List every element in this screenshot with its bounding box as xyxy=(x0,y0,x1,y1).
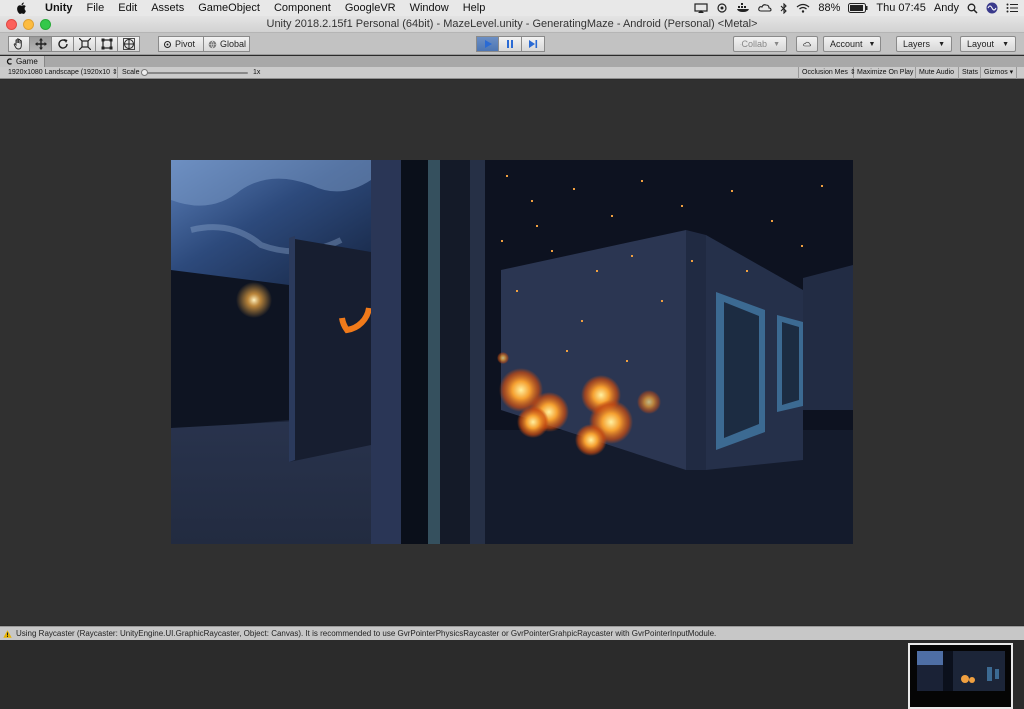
pause-icon xyxy=(507,40,513,48)
battery-percent: 88% xyxy=(818,2,841,14)
transform-tools xyxy=(8,36,140,52)
pivot-label: Pivot xyxy=(175,39,196,49)
layers-dropdown[interactable]: Layers ▼ xyxy=(896,36,952,52)
unity-toolbar: Pivot Global Collab ▼ Account ▼ Layers ▼… xyxy=(0,33,1024,55)
game-tab-bar: Game xyxy=(0,56,1024,67)
menu-edit[interactable]: Edit xyxy=(111,0,144,16)
chevron-down-icon: ▼ xyxy=(1002,40,1009,48)
resolution-label: 1920x1080 Landscape (1920x10 xyxy=(8,69,110,76)
account-dropdown[interactable]: Account ▼ xyxy=(823,36,881,52)
gizmos-label: Gizmos xyxy=(984,69,1008,76)
scale-value: 1x xyxy=(253,69,261,76)
chevron-down-icon: ▼ xyxy=(868,40,876,48)
traffic-lights xyxy=(6,19,51,30)
account-label: Account xyxy=(830,39,863,49)
menu-googlevr[interactable]: GoogleVR xyxy=(338,0,403,16)
menu-gameobject[interactable]: GameObject xyxy=(191,0,267,16)
docker-icon[interactable] xyxy=(736,0,750,16)
scale-icon xyxy=(78,38,91,50)
menu-help[interactable]: Help xyxy=(456,0,493,16)
transform-combo-icon xyxy=(122,38,135,50)
wifi-icon[interactable] xyxy=(796,0,810,16)
rotate-icon xyxy=(57,39,68,49)
resolution-dropdown[interactable]: 1920x1080 Landscape (1920x10 ⇕ xyxy=(5,67,118,79)
pivot-toggle[interactable]: Pivot xyxy=(158,36,204,52)
rect-tool-button[interactable] xyxy=(96,36,118,52)
minimap-preview[interactable] xyxy=(908,643,1013,709)
step-icon xyxy=(529,40,538,48)
window-close-button[interactable] xyxy=(6,19,17,30)
scene-rendering xyxy=(171,160,853,544)
maximize-on-play-toggle[interactable]: Maximize On Play xyxy=(854,67,916,79)
layout-label: Layout xyxy=(967,39,995,49)
minimap-render xyxy=(917,651,1005,691)
menu-assets[interactable]: Assets xyxy=(144,0,191,16)
menu-component[interactable]: Component xyxy=(267,0,338,16)
chevron-down-icon: ▼ xyxy=(938,40,945,48)
status-message: Using Raycaster (Raycaster: UnityEngine.… xyxy=(16,629,717,638)
menu-file[interactable]: File xyxy=(80,0,112,16)
console-status-bar[interactable]: Using Raycaster (Raycaster: UnityEngine.… xyxy=(0,626,1024,640)
scale-slider-track[interactable] xyxy=(144,72,248,74)
battery-icon[interactable] xyxy=(848,0,868,16)
cloud-services-button[interactable] xyxy=(796,36,818,52)
rect-transform-icon xyxy=(101,38,112,50)
game-tab-label: Game xyxy=(16,57,38,66)
scale-label: Scale xyxy=(122,69,140,76)
scale-slider-handle[interactable] xyxy=(141,69,148,76)
pivot-icon xyxy=(164,40,171,48)
globe-icon xyxy=(208,40,217,49)
playmode-controls xyxy=(476,36,545,52)
pause-button[interactable] xyxy=(499,36,522,52)
mute-audio-toggle[interactable]: Mute Audio xyxy=(916,67,959,79)
menu-app-unity[interactable]: Unity xyxy=(38,0,80,16)
occlusion-label: Occlusion Mes xyxy=(802,69,848,76)
cloud-icon xyxy=(803,41,811,47)
window-zoom-button[interactable] xyxy=(40,19,51,30)
pivot-global-group: Pivot Global xyxy=(158,36,250,52)
spotlight-search-icon[interactable] xyxy=(967,0,978,16)
bluetooth-icon[interactable] xyxy=(780,0,788,16)
siri-icon[interactable] xyxy=(986,0,998,16)
collab-dropdown[interactable]: Collab ▼ xyxy=(733,36,787,52)
hand-icon xyxy=(13,38,22,50)
cloud-icon[interactable] xyxy=(758,0,772,16)
step-button[interactable] xyxy=(522,36,545,52)
rotate-tool-button[interactable] xyxy=(52,36,74,52)
tab-game[interactable]: Game xyxy=(0,56,45,67)
global-label: Global xyxy=(220,39,247,49)
window-minimize-button[interactable] xyxy=(23,19,34,30)
window-title: Unity 2018.2.15f1 Personal (64bit) - Maz… xyxy=(266,18,758,30)
user-name[interactable]: Andy xyxy=(934,2,959,14)
game-view-options: 1920x1080 Landscape (1920x10 ⇕ Scale 1x … xyxy=(0,67,1024,79)
collab-label: Collab xyxy=(741,39,768,49)
menu-window[interactable]: Window xyxy=(403,0,456,16)
hand-tool-button[interactable] xyxy=(8,36,30,52)
layout-dropdown[interactable]: Layout ▼ xyxy=(960,36,1016,52)
scale-tool-button[interactable] xyxy=(74,36,96,52)
gizmos-dropdown[interactable]: Gizmos ▾ xyxy=(981,67,1017,79)
notification-center-icon[interactable] xyxy=(1006,0,1018,16)
warning-icon xyxy=(3,629,12,638)
vpn-icon[interactable] xyxy=(716,0,728,16)
stats-toggle[interactable]: Stats xyxy=(959,67,981,79)
play-icon xyxy=(484,40,492,48)
macos-menubar: Unity File Edit Assets GameObject Compon… xyxy=(0,0,1024,16)
play-button[interactable] xyxy=(476,36,499,52)
move-arrows-icon xyxy=(34,38,47,50)
move-tool-button[interactable] xyxy=(30,36,52,52)
game-view[interactable] xyxy=(0,80,1024,709)
transform-tool-button[interactable] xyxy=(118,36,140,52)
game-controller-icon xyxy=(6,58,12,65)
layers-label: Layers xyxy=(903,39,931,49)
global-toggle[interactable]: Global xyxy=(204,36,250,52)
screen-mirror-icon[interactable] xyxy=(694,0,708,16)
clock[interactable]: Thu 07:45 xyxy=(876,2,926,14)
status-menu-area: 88% Thu 07:45 Andy xyxy=(694,0,1018,16)
game-render[interactable] xyxy=(171,160,853,544)
chevron-down-icon: ▼ xyxy=(773,40,780,48)
occlusion-dropdown[interactable]: Occlusion Mes ⇕ xyxy=(798,67,856,79)
apple-icon[interactable] xyxy=(14,0,28,16)
window-titlebar: Unity 2018.2.15f1 Personal (64bit) - Maz… xyxy=(0,16,1024,33)
